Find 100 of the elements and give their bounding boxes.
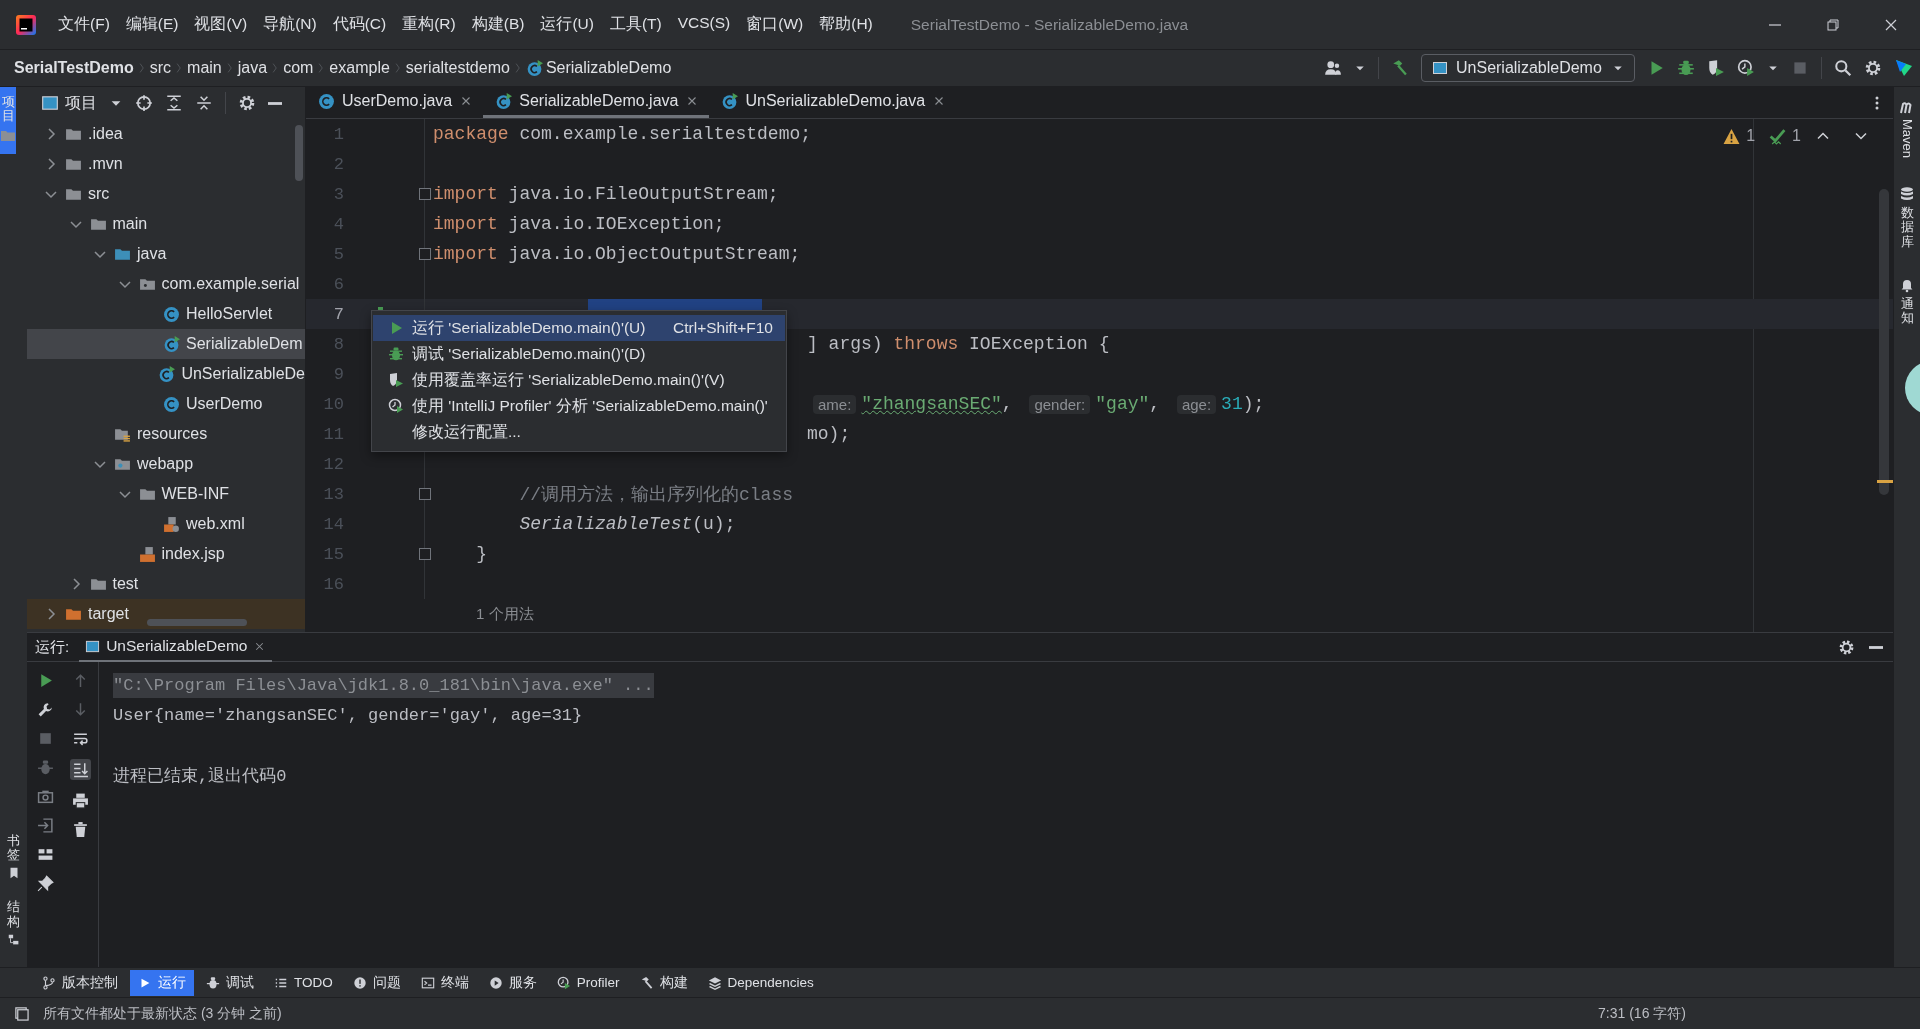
- fold-marker-icon[interactable]: [419, 248, 431, 260]
- login-icon[interactable]: [36, 817, 54, 834]
- minimize-icon[interactable]: [1869, 645, 1883, 649]
- settings-icon[interactable]: [1838, 638, 1855, 656]
- tool-window-button[interactable]: 终端: [412, 969, 477, 996]
- tree-item[interactable]: web.xml: [27, 509, 305, 539]
- breadcrumb-item[interactable]: main: [187, 59, 222, 77]
- menu-item[interactable]: 帮助(H): [811, 10, 881, 39]
- usage-hint[interactable]: 1 个用法: [306, 599, 1893, 629]
- tool-window-button[interactable]: Profiler: [548, 969, 628, 996]
- tool-window-button[interactable]: 运行: [130, 969, 194, 996]
- menu-item[interactable]: 编辑(E): [117, 10, 187, 39]
- breadcrumb-item[interactable]: serialtestdemo: [405, 59, 510, 77]
- breadcrumb-item[interactable]: SerializableDemo: [545, 59, 672, 77]
- check-count[interactable]: 1: [1792, 127, 1801, 145]
- run-tab[interactable]: UnSerializableDemo: [79, 632, 273, 662]
- tree-item[interactable]: index.jsp: [27, 539, 305, 569]
- scrollbar-thumb[interactable]: [295, 125, 303, 181]
- menu-item[interactable]: 使用覆盖率运行 'SerializableDemo.main()'(V): [373, 367, 785, 393]
- print-icon[interactable]: [72, 792, 89, 809]
- breadcrumb-item[interactable]: src: [149, 59, 172, 77]
- tree-item[interactable]: main: [27, 209, 305, 239]
- breadcrumb-item[interactable]: example: [329, 59, 390, 77]
- wrench-icon[interactable]: [36, 701, 54, 718]
- check-icon[interactable]: [1769, 127, 1787, 145]
- tool-window-button[interactable]: 版本控制: [34, 969, 126, 996]
- shield-play-icon[interactable]: [1707, 59, 1725, 77]
- tree-item[interactable]: com.example.serial: [27, 269, 305, 299]
- menu-item[interactable]: 代码(C): [324, 10, 395, 39]
- trash-icon[interactable]: [72, 821, 89, 838]
- bug-icon[interactable]: [1677, 59, 1695, 77]
- clock-play-icon[interactable]: [1737, 59, 1755, 77]
- tree-item[interactable]: WEB-INF: [27, 479, 305, 509]
- pin-icon[interactable]: [36, 875, 54, 892]
- tree-item[interactable]: resources: [27, 419, 305, 449]
- tree-item[interactable]: UnSerializableDe: [27, 359, 305, 389]
- plugin-logo-icon[interactable]: [1894, 58, 1914, 78]
- menu-item[interactable]: 窗口(W): [738, 10, 812, 39]
- run-configuration-dropdown[interactable]: UnSerializableDemo: [1421, 54, 1635, 82]
- tool-window-button[interactable]: 数据库: [1894, 180, 1920, 255]
- settings-icon[interactable]: [1864, 59, 1882, 77]
- menu-item[interactable]: VCS(S): [669, 10, 739, 39]
- tool-window-button[interactable]: 服务: [480, 969, 545, 996]
- tree-item[interactable]: .idea: [27, 119, 305, 149]
- menu-item[interactable]: 调试 'SerializableDemo.main()'(D): [373, 341, 785, 367]
- breadcrumb-item[interactable]: com: [283, 59, 314, 77]
- user-icon[interactable]: [1324, 59, 1342, 77]
- settings-icon[interactable]: [238, 94, 256, 112]
- hammer-icon[interactable]: [1391, 59, 1409, 77]
- fold-marker-icon[interactable]: [419, 548, 431, 560]
- camera-icon[interactable]: [36, 788, 54, 805]
- tool-window-button[interactable]: Dependencies: [699, 969, 822, 996]
- tree-item[interactable]: HelloServlet: [27, 299, 305, 329]
- editor-tab[interactable]: UserDemo.java: [306, 87, 484, 118]
- tree-item[interactable]: webapp: [27, 449, 305, 479]
- menu-item[interactable]: 构建(B): [463, 10, 533, 39]
- fold-marker-icon[interactable]: [419, 488, 431, 500]
- caret-position[interactable]: 7:31 (16 字符): [1598, 1004, 1686, 1023]
- tool-window-button[interactable]: 构建: [631, 969, 696, 996]
- warning-icon[interactable]: [1723, 127, 1741, 145]
- editor-tab[interactable]: SerializableDemo.java: [483, 87, 710, 118]
- tree-item[interactable]: UserDemo: [27, 389, 305, 419]
- search-icon[interactable]: [1834, 59, 1852, 77]
- tool-window-button[interactable]: Maven: [1894, 93, 1920, 165]
- tool-window-button[interactable]: 书签: [0, 827, 27, 887]
- layout-icon[interactable]: [36, 846, 54, 863]
- scrollbar-thumb[interactable]: [147, 619, 247, 626]
- tree-item[interactable]: SerializableDem: [27, 329, 305, 359]
- panels-icon[interactable]: [14, 1006, 29, 1021]
- tree-item[interactable]: target: [27, 599, 305, 629]
- scroll-to-end-button[interactable]: [70, 759, 91, 780]
- collapse-all-icon[interactable]: [195, 94, 213, 112]
- menu-item[interactable]: 视图(V): [186, 10, 256, 39]
- fold-marker-icon[interactable]: [419, 188, 431, 200]
- minimize-icon[interactable]: [268, 101, 282, 105]
- tool-window-button[interactable]: 调试: [198, 969, 262, 996]
- tool-window-button[interactable]: TODO: [266, 969, 341, 996]
- breadcrumb-item[interactable]: java: [237, 59, 268, 77]
- menu-item[interactable]: 文件(F): [50, 10, 118, 39]
- menu-item[interactable]: 重构(R): [394, 10, 464, 39]
- bug-icon[interactable]: [36, 759, 54, 776]
- tool-window-button[interactable]: 通知: [1894, 270, 1920, 332]
- menu-item[interactable]: 运行(U): [532, 10, 602, 39]
- editor-tab[interactable]: UnSerializableDemo.java: [709, 87, 957, 118]
- tree-item[interactable]: test: [27, 569, 305, 599]
- tool-window-button[interactable]: 结构: [0, 894, 27, 953]
- menu-item[interactable]: 修改运行配置...: [373, 419, 785, 445]
- menu-item[interactable]: 使用 'IntelliJ Profiler' 分析 'SerializableDemo.main()': [373, 393, 785, 419]
- locate-icon[interactable]: [135, 94, 153, 112]
- tool-window-button[interactable]: 问题: [344, 969, 409, 996]
- tree-item[interactable]: java: [27, 239, 305, 269]
- menu-item[interactable]: 运行 'SerializableDemo.main()'(U) Ctrl+Shift+F10: [373, 315, 785, 341]
- warning-count[interactable]: 1: [1746, 127, 1756, 145]
- tree-item[interactable]: .mvn: [27, 149, 305, 179]
- menu-item[interactable]: 导航(N): [255, 10, 325, 39]
- scrollbar-thumb[interactable]: [1879, 189, 1889, 495]
- tree-item[interactable]: src: [27, 179, 305, 209]
- menu-item[interactable]: 工具(T): [601, 10, 670, 39]
- expand-all-icon[interactable]: [165, 94, 183, 112]
- panel-title[interactable]: 项目: [65, 92, 97, 114]
